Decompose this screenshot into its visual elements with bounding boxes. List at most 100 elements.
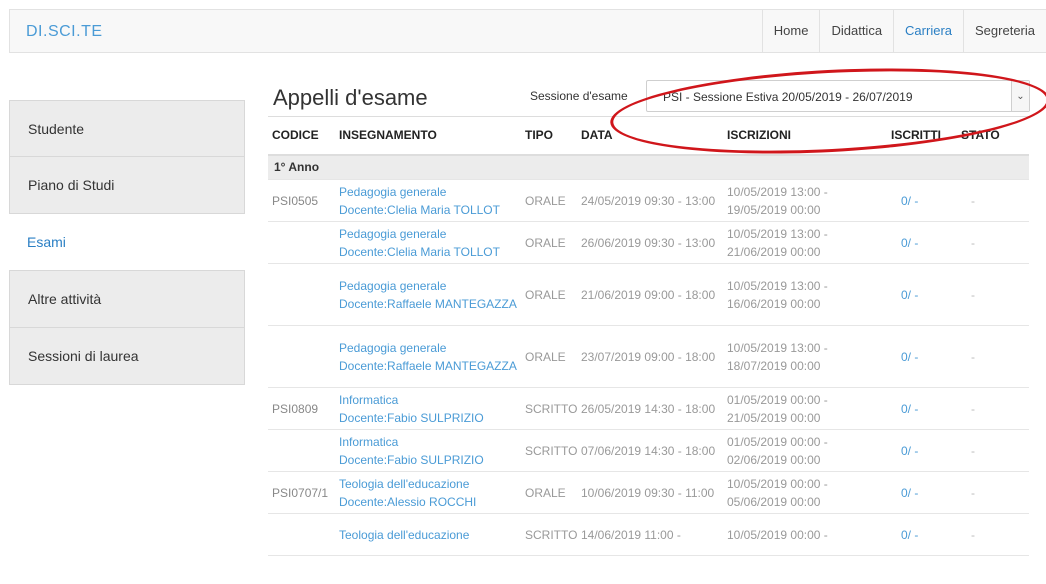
cell-iscritti[interactable]: 0/ - [887, 325, 957, 388]
col-data[interactable]: DATA [577, 116, 723, 156]
cell-tipo: ORALE [521, 221, 577, 264]
cell-iscritti[interactable]: 0/ - [887, 221, 957, 264]
sidebar-item-sessioni-di-laurea[interactable]: Sessioni di laurea [9, 328, 245, 385]
cell-stato: - [957, 179, 1029, 222]
cell-tipo: ORALE [521, 179, 577, 222]
course-link[interactable]: Informatica [339, 393, 398, 407]
cell-iscrizioni: 10/05/2019 13:00 - 21/06/2019 00:00 [723, 221, 887, 264]
cell-tipo: ORALE [521, 471, 577, 514]
cell-stato: - [957, 221, 1029, 264]
cell-insegnamento: Informatica Docente:Fabio SULPRIZIO [335, 387, 521, 430]
cell-insegnamento: Pedagogia generale Docente:Clelia Maria T… [335, 221, 521, 264]
cell-codice [268, 221, 335, 264]
table-header-row: CODICE INSEGNAMENTO TIPO DATA ISCRIZIONI… [268, 116, 1029, 156]
sidebar-item-esami[interactable]: Esami [9, 214, 245, 271]
cell-iscritti[interactable]: 0/ - [887, 179, 957, 222]
course-link[interactable]: Pedagogia generale [339, 341, 446, 355]
table-row: Teologia dell'educazione SCRITTO 14/06/201… [268, 513, 1029, 556]
cell-insegnamento: Pedagogia generale Docente:Raffaele MANTE… [335, 325, 521, 388]
docente-link[interactable]: Docente:Clelia Maria TOLLOT [339, 203, 500, 217]
course-link[interactable]: Informatica [339, 435, 398, 449]
cell-stato: - [957, 325, 1029, 388]
docente-link[interactable]: Docente:Raffaele MANTEGAZZA [339, 359, 517, 373]
table-row: Pedagogia generale Docente:Clelia Maria T… [268, 221, 1029, 264]
docente-link[interactable]: Docente:Fabio SULPRIZIO [339, 453, 484, 467]
col-stato[interactable]: STATO [957, 116, 1029, 156]
exam-table: CODICE INSEGNAMENTO TIPO DATA ISCRIZIONI… [268, 116, 1029, 556]
page-title: Appelli d'esame [273, 85, 428, 110]
top-navbar: DI.SCI.TE Home Didattica Carriera Segret… [9, 9, 1046, 53]
cell-iscritti[interactable]: 0/ - [887, 387, 957, 430]
sidebar-item-piano-di-studi[interactable]: Piano di Studi [9, 157, 245, 214]
table-row: PSI0707/1 Teologia dell'educazione Docente… [268, 471, 1029, 514]
cell-codice: PSI0809 [268, 387, 335, 430]
cell-data: 26/06/2019 09:30 - 13:00 [577, 221, 723, 264]
cell-iscrizioni: 01/05/2019 00:00 - 21/05/2019 00:00 [723, 387, 887, 430]
sidebar: Studente Piano di Studi Esami Altre atti… [9, 100, 245, 385]
cell-iscritti[interactable]: 0/ - [887, 429, 957, 472]
nav-segreteria[interactable]: Segreteria [963, 10, 1046, 52]
cell-tipo: ORALE [521, 263, 577, 326]
cell-stato: - [957, 263, 1029, 326]
course-link[interactable]: Teologia dell'educazione [339, 477, 469, 491]
cell-iscrizioni: 10/05/2019 00:00 - [723, 513, 887, 556]
col-iscritti[interactable]: ISCRITTI [887, 116, 957, 156]
course-link[interactable]: Pedagogia generale [339, 227, 446, 241]
cell-iscritti[interactable]: 0/ - [887, 263, 957, 326]
table-row: Informatica Docente:Fabio SULPRIZIO SCRITT… [268, 429, 1029, 472]
brand-logo[interactable]: DI.SCI.TE [26, 23, 103, 41]
cell-tipo: SCRITTO [521, 429, 577, 472]
cell-codice [268, 263, 335, 326]
cell-iscrizioni: 10/05/2019 00:00 - 05/06/2019 00:00 [723, 471, 887, 514]
table-row: PSI0505 Pedagogia generale Docente:Clelia … [268, 179, 1029, 222]
docente-link[interactable]: Docente:Fabio SULPRIZIO [339, 411, 484, 425]
cell-codice [268, 325, 335, 388]
nav-didattica[interactable]: Didattica [819, 10, 893, 52]
group-row: 1° Anno [268, 154, 1029, 180]
cell-codice [268, 429, 335, 472]
sidebar-item-studente[interactable]: Studente [9, 100, 245, 157]
col-iscrizioni[interactable]: ISCRIZIONI [723, 116, 887, 156]
col-codice[interactable]: CODICE [268, 116, 335, 156]
docente-link[interactable]: Docente:Raffaele MANTEGAZZA [339, 297, 517, 311]
cell-stato: - [957, 513, 1029, 556]
cell-iscritti[interactable]: 0/ - [887, 513, 957, 556]
docente-link[interactable]: Docente:Alessio ROCCHI [339, 495, 476, 509]
session-label: Sessione d'esame [530, 89, 628, 103]
cell-stato: - [957, 471, 1029, 514]
cell-codice: PSI0505 [268, 179, 335, 222]
cell-data: 24/05/2019 09:30 - 13:00 [577, 179, 723, 222]
session-select[interactable]: PSI - Sessione Estiva 20/05/2019 - 26/07… [646, 80, 1030, 112]
cell-codice [268, 513, 335, 556]
cell-data: 14/06/2019 11:00 - [577, 513, 723, 556]
docente-link[interactable]: Docente:Clelia Maria TOLLOT [339, 245, 500, 259]
cell-insegnamento: Pedagogia generale Docente:Raffaele MANTE… [335, 263, 521, 326]
nav-links: Home Didattica Carriera Segreteria [761, 10, 1046, 52]
cell-iscrizioni: 01/05/2019 00:00 - 02/06/2019 00:00 [723, 429, 887, 472]
cell-tipo: SCRITTO [521, 387, 577, 430]
cell-iscrizioni: 10/05/2019 13:00 - 18/07/2019 00:00 [723, 325, 887, 388]
cell-tipo: ORALE [521, 325, 577, 388]
cell-iscrizioni: 10/05/2019 13:00 - 16/06/2019 00:00 [723, 263, 887, 326]
cell-insegnamento: Informatica Docente:Fabio SULPRIZIO [335, 429, 521, 472]
cell-data: 21/06/2019 09:00 - 18:00 [577, 263, 723, 326]
course-link[interactable]: Teologia dell'educazione [339, 528, 469, 542]
cell-insegnamento: Teologia dell'educazione Docente:Alessio … [335, 471, 521, 514]
course-link[interactable]: Pedagogia generale [339, 279, 446, 293]
cell-iscritti[interactable]: 0/ - [887, 471, 957, 514]
course-link[interactable]: Pedagogia generale [339, 185, 446, 199]
cell-tipo: SCRITTO [521, 513, 577, 556]
nav-carriera[interactable]: Carriera [893, 10, 963, 52]
cell-stato: - [957, 429, 1029, 472]
cell-data: 23/07/2019 09:00 - 18:00 [577, 325, 723, 388]
nav-home[interactable]: Home [761, 10, 820, 52]
cell-insegnamento: Pedagogia generale Docente:Clelia Maria T… [335, 179, 521, 222]
cell-codice: PSI0707/1 [268, 471, 335, 514]
col-insegnamento[interactable]: INSEGNAMENTO [335, 116, 521, 156]
table-row: Pedagogia generale Docente:Raffaele MANTE… [268, 325, 1029, 388]
table-row: Pedagogia generale Docente:Raffaele MANTE… [268, 263, 1029, 326]
cell-insegnamento: Teologia dell'educazione [335, 513, 521, 556]
col-tipo[interactable]: TIPO [521, 116, 577, 156]
chevron-down-icon[interactable]: ⌄ [1011, 81, 1029, 111]
sidebar-item-altre-attivita[interactable]: Altre attività [9, 271, 245, 328]
